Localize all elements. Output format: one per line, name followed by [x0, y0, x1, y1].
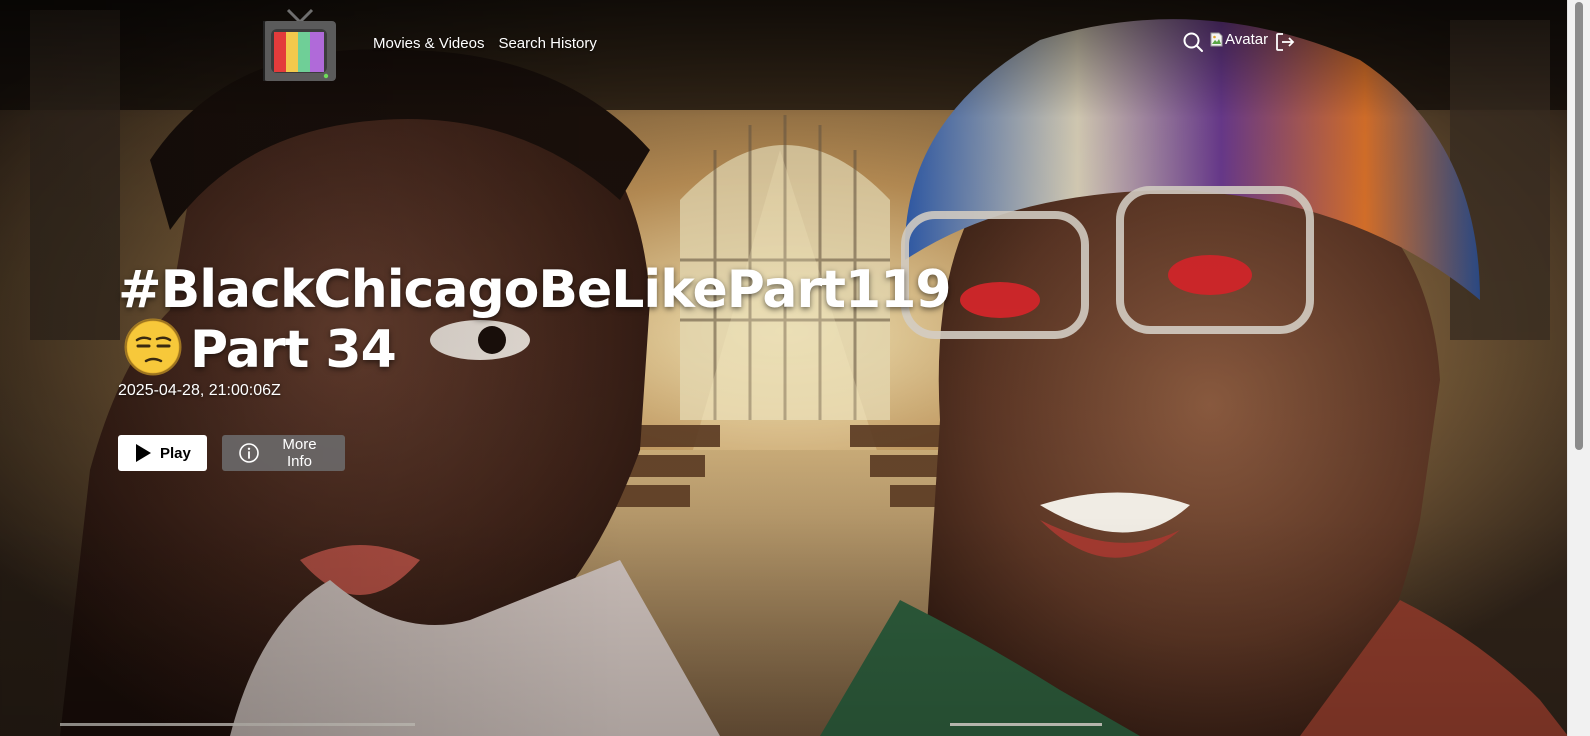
logout-icon[interactable] [1274, 31, 1296, 53]
hero-title-line-1: #BlackChicagoBeLikePart119 [118, 260, 952, 320]
avatar-alt-text: Avatar [1225, 30, 1269, 48]
info-circle-icon [239, 443, 259, 463]
play-button[interactable]: Play [118, 435, 207, 471]
broken-image-icon [1210, 32, 1223, 47]
avatar[interactable]: Avatar [1210, 28, 1268, 50]
nav-actions: Avatar [1182, 31, 1296, 53]
more-info-button[interactable]: More Info [222, 435, 345, 471]
page-scrollbar[interactable] [1567, 0, 1590, 736]
hero-title: #BlackChicagoBeLikePart119 Part 34 [118, 260, 952, 378]
more-info-button-label: More Info [282, 436, 317, 470]
hero-title-line-2-wrap: Part 34 [118, 318, 938, 378]
unamused-face-emoji-icon [124, 318, 182, 376]
play-button-label: Play [160, 444, 191, 462]
page: Movies & Videos Search History Avatar #B… [0, 0, 1590, 736]
nav-links: Movies & Videos Search History [373, 35, 597, 52]
nav-link-search-history[interactable]: Search History [498, 35, 596, 52]
hero-title-line-2: Part 34 [190, 320, 397, 380]
hero-actions: Play More Info [118, 435, 345, 471]
hero-publish-date: 2025-04-28, 21:00:06Z [118, 382, 281, 399]
hero-content: #BlackChicagoBeLikePart119 Part 34 2025-… [118, 260, 952, 471]
play-icon [136, 444, 151, 462]
search-icon[interactable] [1182, 31, 1204, 53]
retro-tv-logo-icon[interactable] [262, 8, 338, 84]
top-navbar: Movies & Videos Search History Avatar [0, 0, 1568, 90]
scrollbar-thumb[interactable] [1575, 2, 1583, 450]
nav-link-movies-videos[interactable]: Movies & Videos [373, 35, 484, 52]
